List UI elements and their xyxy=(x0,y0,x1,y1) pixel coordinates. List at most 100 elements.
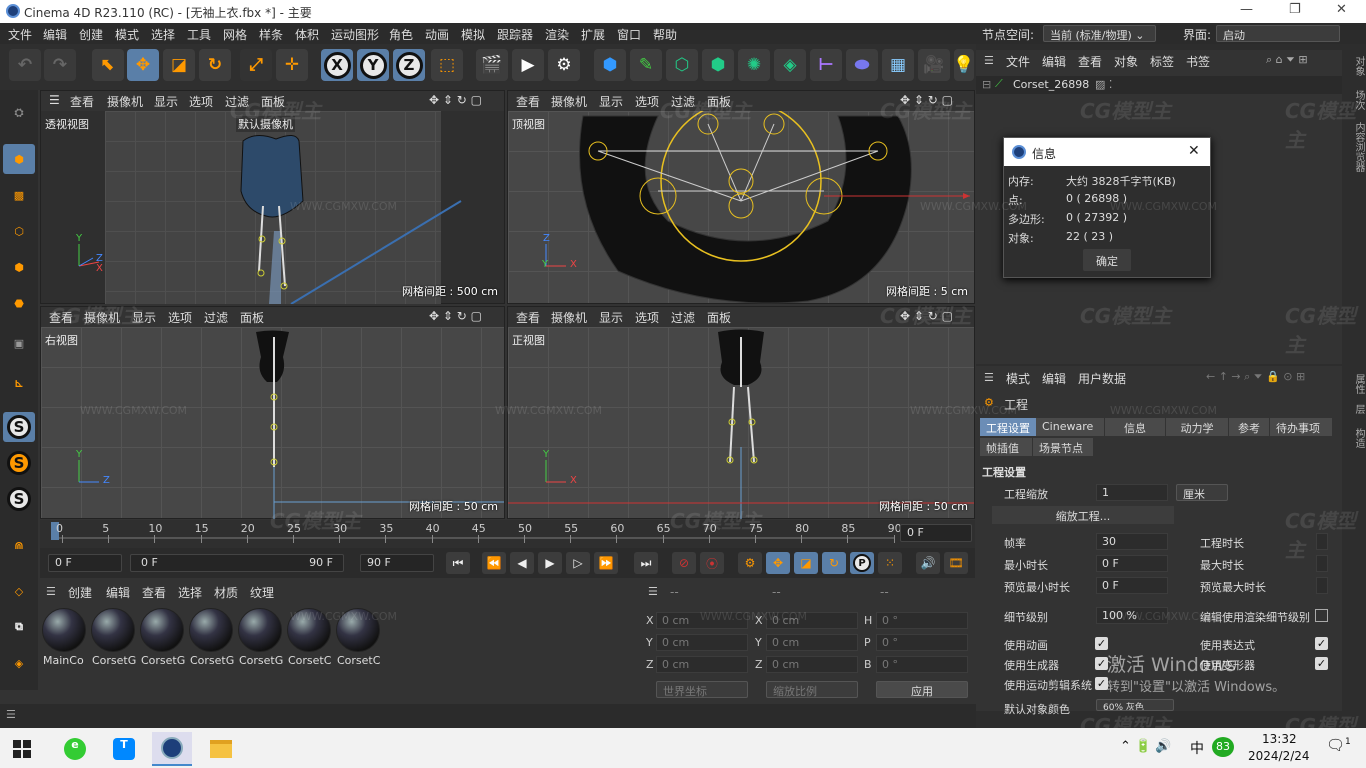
material-swatch[interactable]: CorsetG xyxy=(140,608,186,667)
render-picture-viewer-icon[interactable]: ▶ xyxy=(512,49,544,81)
vp-menu-cameras[interactable]: 摄像机 xyxy=(551,309,587,326)
keyframe-settings-icon[interactable]: ⚙ xyxy=(738,552,762,574)
vp-nav-icons[interactable]: ✥ ⇕ ↻ ▢ xyxy=(900,93,953,107)
obj-menu-objects[interactable]: 对象 xyxy=(1114,53,1138,70)
sound-icon[interactable]: 🔊 xyxy=(916,552,940,574)
mat-menu-material[interactable]: 材质 xyxy=(214,584,238,601)
texture-mode-icon[interactable]: ▩ xyxy=(3,180,35,210)
app-icon[interactable]: T xyxy=(104,732,144,766)
workplane-grid-icon[interactable]: ◈ xyxy=(3,648,35,678)
menu-spline[interactable]: 样条 xyxy=(259,26,283,43)
pen-spline-icon[interactable]: ✎ xyxy=(630,49,662,81)
mat-menu-edit[interactable]: 编辑 xyxy=(106,584,130,601)
play-icon[interactable]: ▶ xyxy=(538,552,562,574)
menu-character[interactable]: 角色 xyxy=(389,26,413,43)
apply-button[interactable]: 应用 xyxy=(876,681,968,698)
fps-field[interactable]: 30 xyxy=(1096,533,1168,550)
record-icon[interactable]: ⊘ xyxy=(672,552,696,574)
snap-workplane-icon[interactable]: S xyxy=(3,484,35,514)
viewport-front[interactable]: 查看 摄像机 显示 选项 过滤 面板 ✥ ⇕ ↻ ▢ 正视图 Y X 网格间距 … xyxy=(507,306,975,519)
z-axis-lock-icon[interactable]: Z xyxy=(393,49,425,81)
windows-start-icon[interactable] xyxy=(2,732,42,766)
viewport-perspective[interactable]: ☰ 查看 摄像机 显示 选项 过滤 面板 ✥ ⇕ ↻ ▢ 透视视图 默认摄像机 … xyxy=(40,90,505,304)
goto-start-icon[interactable]: ⏮ xyxy=(446,552,470,574)
model-mode-icon[interactable]: ⛭ xyxy=(3,98,35,128)
menu-tools[interactable]: 工具 xyxy=(187,26,211,43)
current-frame-field[interactable]: 0 F xyxy=(900,524,972,542)
obj-menu-tags[interactable]: 标签 xyxy=(1150,53,1174,70)
maximize-button[interactable]: ❐ xyxy=(1289,2,1301,17)
tab-structure[interactable]: 构造 xyxy=(1346,428,1366,448)
goto-end-icon[interactable]: ⏭ xyxy=(634,552,658,574)
rot-p-field[interactable]: 0 ° xyxy=(876,634,968,651)
obj-menu-edit[interactable]: 编辑 xyxy=(1042,53,1066,70)
rot-b-field[interactable]: 0 ° xyxy=(876,656,968,673)
menu-mograph[interactable]: 运动图形 xyxy=(331,26,379,43)
polygons-mode-icon[interactable]: ⬣ xyxy=(3,288,35,318)
move-tool-icon[interactable]: ✥ xyxy=(127,49,159,81)
prev-key-icon[interactable]: ⏪ xyxy=(482,552,506,574)
viewport-top[interactable]: 查看 摄像机 显示 选项 过滤 面板 ✥ ⇕ ↻ ▢ 顶视图 Z Y X 网格间… xyxy=(507,90,975,304)
field-icon[interactable]: ⬬ xyxy=(846,49,878,81)
key-param-icon[interactable]: P xyxy=(850,552,874,574)
tab-todo[interactable]: 待办事项 xyxy=(1270,418,1332,436)
render-settings-icon[interactable]: ⚙ xyxy=(548,49,580,81)
tab-dynamics[interactable]: 动力学 xyxy=(1166,418,1228,436)
workplane-icon[interactable]: ◇ xyxy=(3,576,35,606)
mat-menu-create[interactable]: 创建 xyxy=(68,584,92,601)
vp-menu-display[interactable]: 显示 xyxy=(154,93,178,110)
menu-window[interactable]: 窗口 xyxy=(617,26,641,43)
minimize-button[interactable]: — xyxy=(1240,2,1253,17)
undo-icon[interactable]: ↶ xyxy=(9,49,41,81)
menu-simulate[interactable]: 模拟 xyxy=(461,26,485,43)
vp-nav-icons[interactable]: ✥ ⇕ ↻ ▢ xyxy=(429,93,482,107)
obj-menu-icon[interactable]: ☰ xyxy=(984,54,994,67)
menu-mesh[interactable]: 网格 xyxy=(223,26,247,43)
x-axis-lock-icon[interactable]: X xyxy=(321,49,353,81)
close-button[interactable]: ✕ xyxy=(1336,2,1347,17)
scale-unit-select[interactable]: 厘米 xyxy=(1176,484,1228,501)
vp-menu-cameras[interactable]: 摄像机 xyxy=(84,309,120,326)
end-frame-field[interactable]: 90 F xyxy=(360,554,434,572)
vp-menu-filter[interactable]: 过滤 xyxy=(204,309,228,326)
vp-menu-display[interactable]: 显示 xyxy=(132,309,156,326)
vp-menu-options[interactable]: 选项 xyxy=(168,309,192,326)
menu-volume[interactable]: 体积 xyxy=(295,26,319,43)
object-row[interactable]: ⊟ ⟋ Corset_26898 ▨ ⁚ xyxy=(976,76,1342,94)
subdivision-icon[interactable]: ⬡ xyxy=(666,49,698,81)
pos-y-field[interactable]: 0 cm xyxy=(656,634,748,651)
vp-menu-filter[interactable]: 过滤 xyxy=(225,93,249,110)
light-icon[interactable]: 💡 xyxy=(953,49,975,81)
render-lod-checkbox[interactable] xyxy=(1315,609,1328,622)
cloner-icon[interactable]: ◈ xyxy=(774,49,806,81)
material-swatch[interactable]: CorsetC xyxy=(287,608,333,667)
array-icon[interactable]: ✺ xyxy=(738,49,770,81)
magnet-icon[interactable]: ⋒ xyxy=(3,530,35,560)
security-badge[interactable]: 83 xyxy=(1212,737,1234,757)
floor-icon[interactable]: ▦ xyxy=(882,49,914,81)
camera-icon[interactable]: 🎥 xyxy=(918,49,950,81)
project-time-field[interactable] xyxy=(1316,533,1328,550)
mat-menu-select[interactable]: 选择 xyxy=(178,584,202,601)
browser-icon[interactable]: e xyxy=(55,732,95,766)
size-y-field[interactable]: 0 cm xyxy=(766,634,858,651)
tab-layers[interactable]: 层 xyxy=(1346,404,1366,414)
edges-mode-icon[interactable]: ⬢ xyxy=(3,252,35,282)
vp-menu-view[interactable]: 查看 xyxy=(70,93,94,110)
vp-nav-icons[interactable]: ✥ ⇕ ↻ ▢ xyxy=(429,309,482,323)
menu-mode[interactable]: 模式 xyxy=(115,26,139,43)
world-coord-select[interactable]: 世界坐标 xyxy=(656,681,748,698)
size-x-field[interactable]: 0 cm xyxy=(766,612,858,629)
menu-create[interactable]: 创建 xyxy=(79,26,103,43)
vp-menu-options[interactable]: 选项 xyxy=(635,93,659,110)
next-frame-icon[interactable]: ▷ xyxy=(566,552,590,574)
tab-frame-interpolation[interactable]: 帧插值 xyxy=(980,438,1032,456)
cinema4d-taskbar-icon[interactable] xyxy=(152,732,192,766)
tab-attributes[interactable]: 属性 xyxy=(1346,374,1366,394)
viewport-right[interactable]: 查看 摄像机 显示 选项 过滤 面板 ✥ ⇕ ↻ ▢ 右视图 Y Z 网格间距 … xyxy=(40,306,505,519)
material-swatch[interactable]: CorsetG xyxy=(189,608,235,667)
vp-menu-options[interactable]: 选项 xyxy=(189,93,213,110)
mat-menu-texture[interactable]: 纹理 xyxy=(250,584,274,601)
dialog-close-icon[interactable]: ✕ xyxy=(1188,143,1200,159)
vp-menu-options[interactable]: 选项 xyxy=(635,309,659,326)
